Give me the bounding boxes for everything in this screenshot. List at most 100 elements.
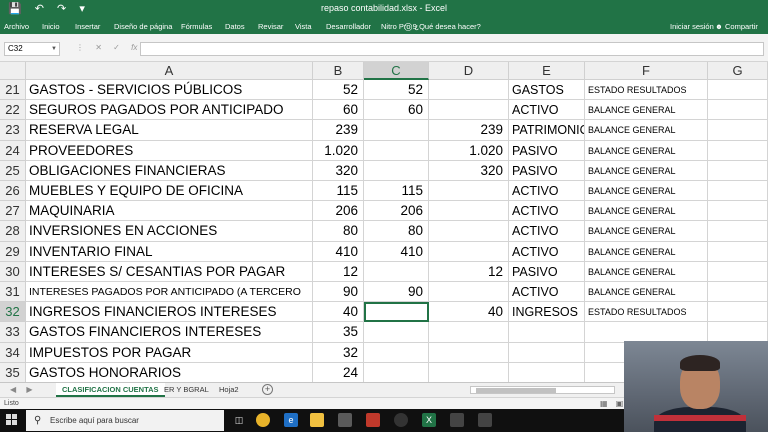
cell-a23[interactable]: RESERVA LEGAL <box>26 120 313 141</box>
column-header-e[interactable]: E <box>509 62 585 80</box>
cell-e34[interactable] <box>509 342 585 363</box>
column-header-d[interactable]: D <box>429 62 509 80</box>
cell-f24[interactable]: BALANCE GENERAL <box>585 140 708 161</box>
cell-e27[interactable]: ACTIVO <box>509 201 585 222</box>
row-header[interactable]: 34 <box>0 342 26 363</box>
cell-a22[interactable]: SEGUROS PAGADOS POR ANTICIPADO <box>26 100 313 121</box>
select-all-corner[interactable] <box>0 62 26 80</box>
cell-g23[interactable] <box>708 120 768 141</box>
cell-g30[interactable] <box>708 261 768 282</box>
cell-b29[interactable]: 410 <box>313 241 364 262</box>
row-header[interactable]: 26 <box>0 181 26 202</box>
snipping-tool-icon[interactable] <box>450 413 464 427</box>
cell-d29[interactable] <box>429 241 509 262</box>
horizontal-scrollbar[interactable] <box>470 386 615 394</box>
cell-e32[interactable]: INGRESOS <box>509 302 585 323</box>
cell-e21[interactable]: GASTOS <box>509 80 585 101</box>
app-icon[interactable] <box>394 413 408 427</box>
row-header[interactable]: 24 <box>0 140 26 161</box>
cell-b28[interactable]: 80 <box>313 221 364 242</box>
cell-a33[interactable]: GASTOS FINANCIEROS INTERESES <box>26 322 313 343</box>
cell-d34[interactable] <box>429 342 509 363</box>
tab-insertar[interactable]: Insertar <box>75 22 100 31</box>
tab-inicio[interactable]: Inicio <box>42 22 60 31</box>
cell-c33[interactable] <box>364 322 429 343</box>
row-header[interactable]: 27 <box>0 201 26 222</box>
page-layout-icon[interactable]: ▣ <box>616 399 624 408</box>
cell-b30[interactable]: 12 <box>313 261 364 282</box>
cell-g21[interactable] <box>708 80 768 101</box>
cell-e30[interactable]: PASIVO <box>509 261 585 282</box>
cell-b24[interactable]: 1.020 <box>313 140 364 161</box>
cell-f32[interactable]: ESTADO RESULTADOS <box>585 302 708 323</box>
tab-archivo[interactable]: Archivo <box>4 22 29 31</box>
cell-b26[interactable]: 115 <box>313 181 364 202</box>
cancel-icon[interactable]: ✕ <box>95 43 102 52</box>
cell-d27[interactable] <box>429 201 509 222</box>
cell-f23[interactable]: BALANCE GENERAL <box>585 120 708 141</box>
row-header[interactable]: 25 <box>0 160 26 181</box>
store-icon[interactable] <box>338 413 352 427</box>
cell-f25[interactable]: BALANCE GENERAL <box>585 160 708 181</box>
cell-a26[interactable]: MUEBLES Y EQUIPO DE OFICINA <box>26 181 313 202</box>
cell-d35[interactable] <box>429 362 509 382</box>
cell-f21[interactable]: ESTADO RESULTADOS <box>585 80 708 101</box>
cell-f22[interactable]: BALANCE GENERAL <box>585 100 708 121</box>
share-button[interactable]: ☻ Compartir <box>715 22 758 31</box>
cell-c28[interactable]: 80 <box>364 221 429 242</box>
cell-c30[interactable] <box>364 261 429 282</box>
cell-a30[interactable]: INTERESES S/ CESANTIAS POR PAGAR <box>26 261 313 282</box>
tell-me-search[interactable]: ◯ ¿Qué desea hacer? <box>404 22 481 31</box>
cell-b23[interactable]: 239 <box>313 120 364 141</box>
chrome-icon[interactable] <box>256 413 270 427</box>
cell-d30[interactable]: 12 <box>429 261 509 282</box>
column-header-g[interactable]: G <box>708 62 768 80</box>
cell-e22[interactable]: ACTIVO <box>509 100 585 121</box>
cell-e24[interactable]: PASIVO <box>509 140 585 161</box>
normal-view-icon[interactable]: ▦ <box>600 399 608 408</box>
cell-b33[interactable]: 35 <box>313 322 364 343</box>
cell-f28[interactable]: BALANCE GENERAL <box>585 221 708 242</box>
tab-diseno-pagina[interactable]: Diseño de página <box>114 22 172 31</box>
chevron-down-icon[interactable]: ▼ <box>51 43 57 55</box>
row-header[interactable]: 28 <box>0 221 26 242</box>
next-sheet-icon[interactable]: ▶ <box>26 385 32 394</box>
cell-f26[interactable]: BALANCE GENERAL <box>585 181 708 202</box>
cell-d33[interactable] <box>429 322 509 343</box>
column-header-a[interactable]: A <box>26 62 313 80</box>
cell-c24[interactable] <box>364 140 429 161</box>
cell-d26[interactable] <box>429 181 509 202</box>
sheet-tab-hoja2[interactable]: Hoja2 <box>213 383 245 397</box>
cell-g26[interactable] <box>708 181 768 202</box>
row-header[interactable]: 30 <box>0 261 26 282</box>
row-header[interactable]: 32 <box>0 302 26 323</box>
tab-datos[interactable]: Datos <box>225 22 245 31</box>
file-explorer-icon[interactable] <box>310 413 324 427</box>
cell-c22[interactable]: 60 <box>364 100 429 121</box>
row-header[interactable]: 23 <box>0 120 26 141</box>
sign-in-link[interactable]: Iniciar sesión <box>670 22 714 31</box>
cell-b32[interactable]: 40 <box>313 302 364 323</box>
sheet-tab-er-bgral[interactable]: ER Y BGRAL <box>158 383 215 397</box>
cell-e25[interactable]: PASIVO <box>509 160 585 181</box>
cell-a24[interactable]: PROVEEDORES <box>26 140 313 161</box>
tab-desarrollador[interactable]: Desarrollador <box>326 22 371 31</box>
cell-d25[interactable]: 320 <box>429 160 509 181</box>
row-header[interactable]: 33 <box>0 322 26 343</box>
cell-a28[interactable]: INVERSIONES EN ACCIONES <box>26 221 313 242</box>
cell-b34[interactable]: 32 <box>313 342 364 363</box>
cell-g32[interactable] <box>708 302 768 323</box>
cell-g24[interactable] <box>708 140 768 161</box>
cell-b25[interactable]: 320 <box>313 160 364 181</box>
tab-revisar[interactable]: Revisar <box>258 22 283 31</box>
windows-start-icon[interactable] <box>6 414 18 426</box>
cell-c29[interactable]: 410 <box>364 241 429 262</box>
cell-d22[interactable] <box>429 100 509 121</box>
cell-e35[interactable] <box>509 362 585 382</box>
cell-a35[interactable]: GASTOS HONORARIOS <box>26 362 313 382</box>
excel-icon[interactable]: X <box>422 413 436 427</box>
cell-e23[interactable]: PATRIMONIO <box>509 120 585 141</box>
cell-e28[interactable]: ACTIVO <box>509 221 585 242</box>
cell-a29[interactable]: INVENTARIO FINAL <box>26 241 313 262</box>
cell-e31[interactable]: ACTIVO <box>509 282 585 303</box>
